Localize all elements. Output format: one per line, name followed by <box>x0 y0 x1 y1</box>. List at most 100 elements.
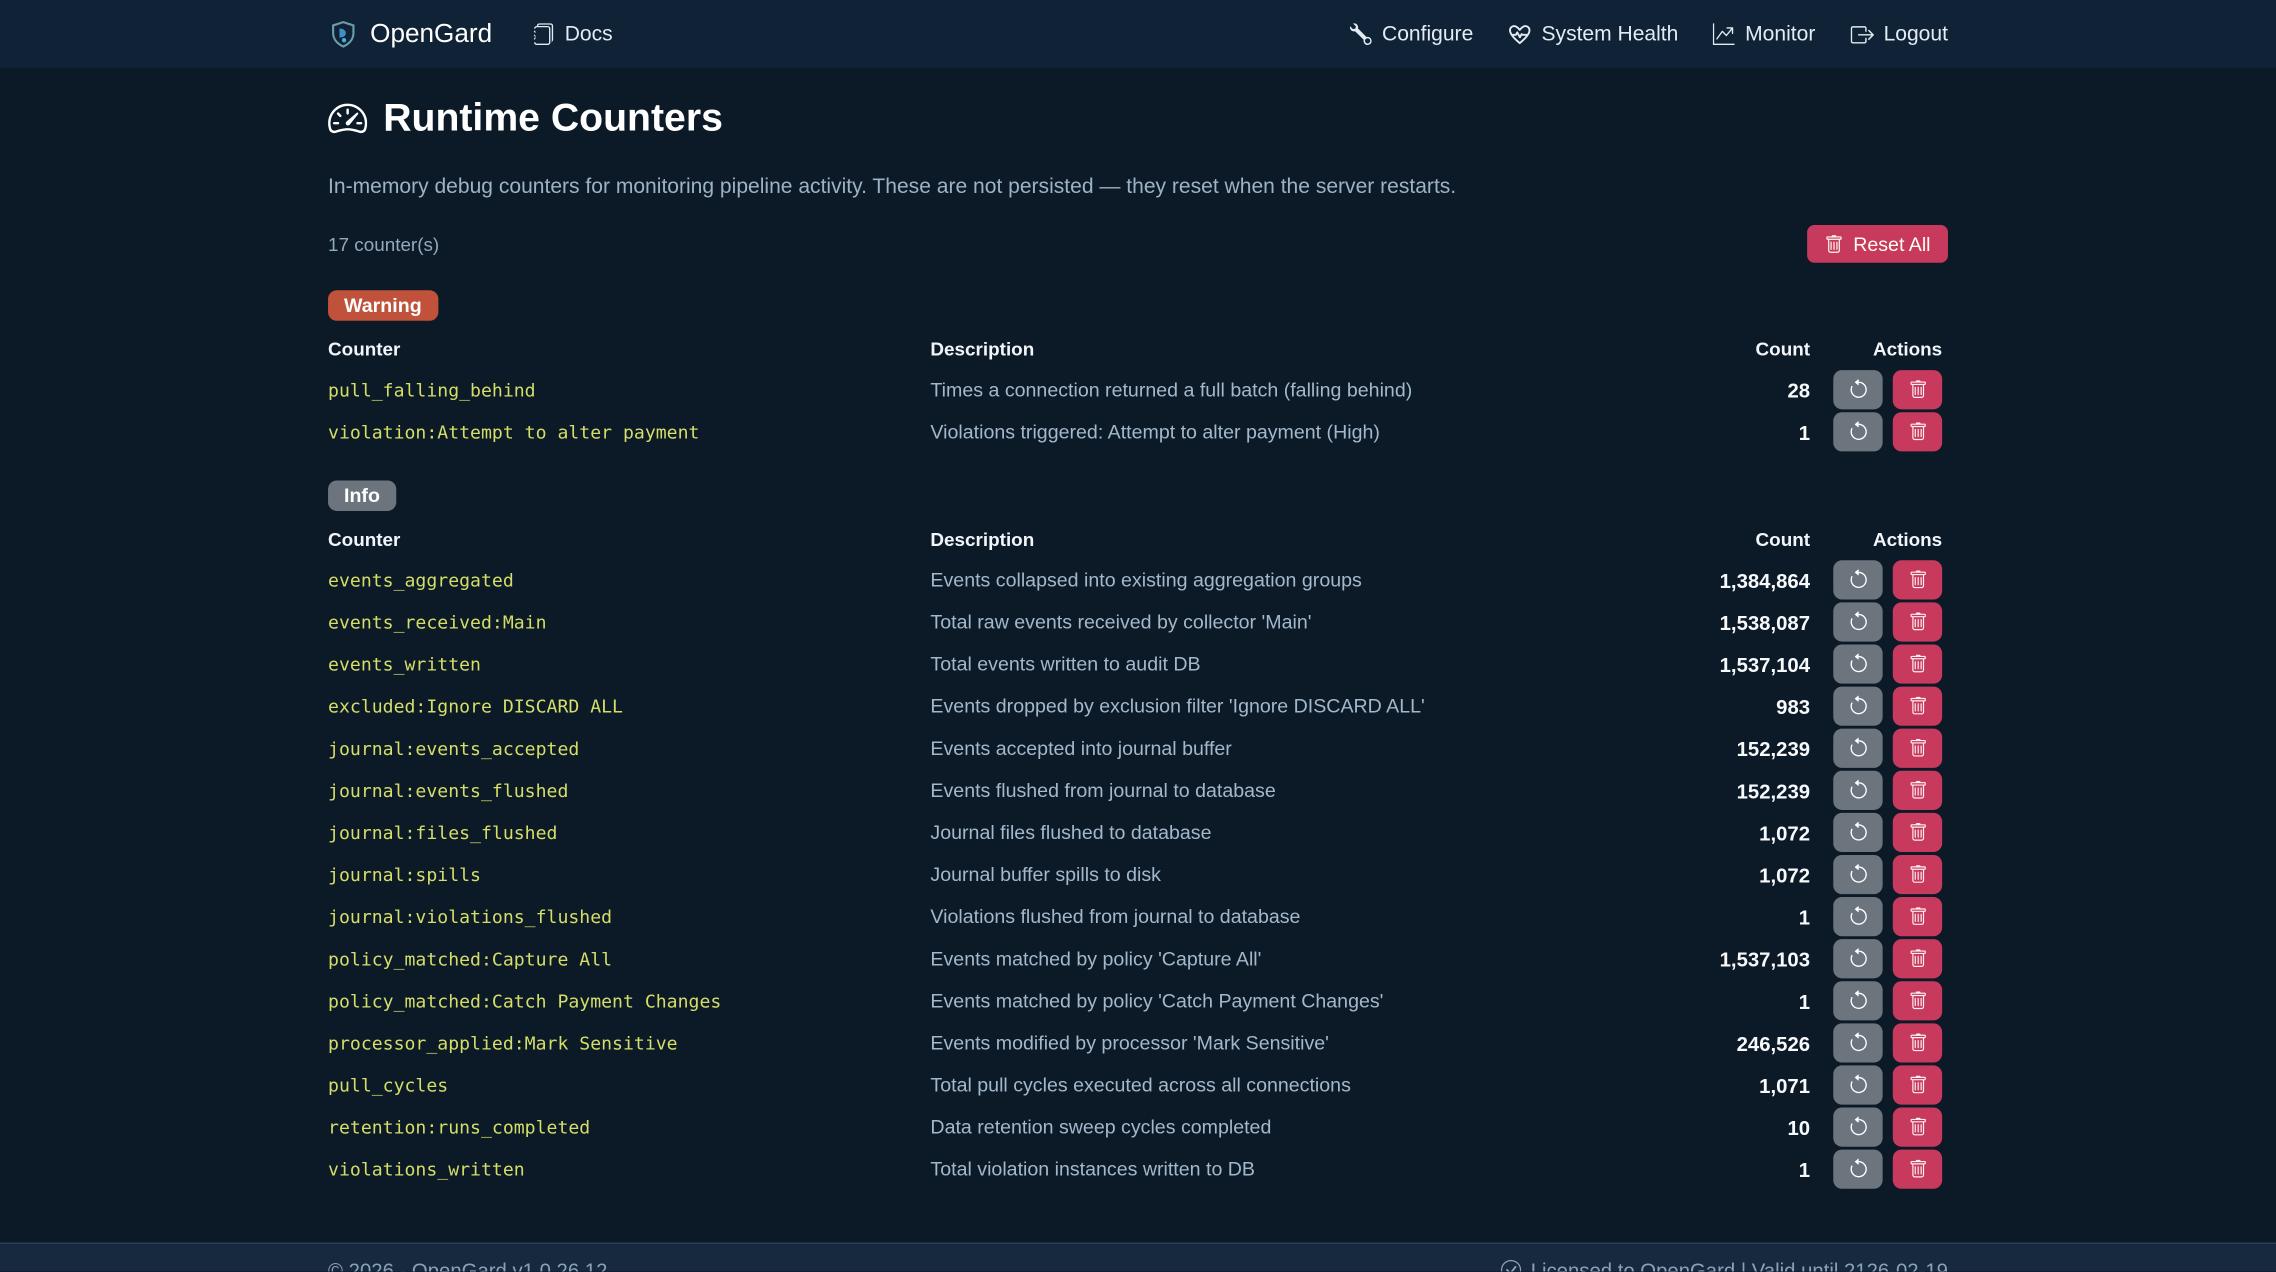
counter-actions <box>1810 560 1948 599</box>
reset-counter-button[interactable] <box>1833 729 1882 768</box>
delete-counter-button[interactable] <box>1893 687 1942 726</box>
counter-table-row: events_aggregated Events collapsed into … <box>328 559 1948 601</box>
delete-counter-button[interactable] <box>1893 855 1942 894</box>
reset-icon <box>1847 737 1869 759</box>
counter-actions <box>1810 687 1948 726</box>
delete-counter-button[interactable] <box>1893 897 1942 936</box>
counter-name: journal:violations_flushed <box>328 906 930 928</box>
shield-logo-icon <box>328 18 358 50</box>
trash-icon <box>1908 1160 1927 1179</box>
delete-counter-button[interactable] <box>1893 981 1942 1020</box>
nav-link-configure-label: Configure <box>1382 22 1473 45</box>
counter-actions <box>1810 729 1948 768</box>
counter-table-row: journal:spills Journal buffer spills to … <box>328 853 1948 895</box>
reset-icon <box>1847 1032 1869 1054</box>
counter-count: 152,239 <box>1643 779 1810 802</box>
delete-counter-button[interactable] <box>1893 1108 1942 1147</box>
trash-icon <box>1908 823 1927 842</box>
trash-icon <box>1824 234 1843 253</box>
reset-counter-button[interactable] <box>1833 813 1882 852</box>
reset-counter-button[interactable] <box>1833 412 1882 451</box>
nav-link-logout[interactable]: Logout <box>1850 22 1948 45</box>
counter-actions <box>1810 1150 1948 1189</box>
section-badge: Warning <box>328 290 438 320</box>
delete-counter-button[interactable] <box>1893 1023 1942 1062</box>
delete-counter-button[interactable] <box>1893 602 1942 641</box>
counter-name: policy_matched:Capture All <box>328 948 930 970</box>
reset-counter-button[interactable] <box>1833 855 1882 894</box>
brand[interactable]: OpenGard <box>328 18 492 50</box>
nav-link-logout-label: Logout <box>1884 22 1948 45</box>
footer-license-wrap: Licensed to OpenGard | Valid until 2126-… <box>1500 1258 1948 1271</box>
check-circle-icon <box>1500 1260 1520 1272</box>
counter-description: Events accepted into journal buffer <box>930 737 1643 759</box>
counter-name: retention:runs_completed <box>328 1116 930 1138</box>
header-actions: Actions <box>1810 338 1948 360</box>
reset-counter-button[interactable] <box>1833 771 1882 810</box>
page-title-row: Runtime Counters <box>328 94 1948 140</box>
nav-link-system-health[interactable]: System Health <box>1508 22 1678 45</box>
trash-icon <box>1908 739 1927 758</box>
delete-counter-button[interactable] <box>1893 939 1942 978</box>
footer-copyright: © 2026 - OpenGard v1.0.26.12 <box>328 1258 607 1271</box>
nav-link-configure[interactable]: Configure <box>1350 22 1473 45</box>
reset-icon <box>1847 990 1869 1012</box>
trash-icon <box>1908 655 1927 674</box>
counter-name: policy_matched:Catch Payment Changes <box>328 990 930 1012</box>
reset-counter-button[interactable] <box>1833 560 1882 599</box>
runtime-counters-page: OpenGard Docs Configure System Hea <box>0 0 2276 1272</box>
counter-actions <box>1810 370 1948 409</box>
counter-description: Violations triggered: Attempt to alter p… <box>930 421 1643 443</box>
counter-count: 10 <box>1643 1116 1810 1139</box>
counter-actions <box>1810 1023 1948 1062</box>
counter-count: 1 <box>1643 989 1810 1012</box>
reset-counter-button[interactable] <box>1833 602 1882 641</box>
delete-counter-button[interactable] <box>1893 813 1942 852</box>
counter-sections: Warning Counter Description Count Action… <box>328 263 1948 1191</box>
reset-counter-button[interactable] <box>1833 1150 1882 1189</box>
counter-name: journal:events_flushed <box>328 779 930 801</box>
counter-count: 1,071 <box>1643 1073 1810 1096</box>
delete-counter-button[interactable] <box>1893 370 1942 409</box>
counter-name: journal:events_accepted <box>328 737 930 759</box>
delete-counter-button[interactable] <box>1893 1065 1942 1104</box>
reset-counter-button[interactable] <box>1833 1065 1882 1104</box>
counter-description: Events matched by policy 'Catch Payment … <box>930 990 1643 1012</box>
counter-count: 1 <box>1643 1158 1810 1181</box>
nav-link-docs-label: Docs <box>565 22 613 45</box>
counter-name: violation:Attempt to alter payment <box>328 421 930 443</box>
counter-count: 246,526 <box>1643 1031 1810 1054</box>
delete-counter-button[interactable] <box>1893 412 1942 451</box>
reset-icon <box>1847 779 1869 801</box>
page-description: In-memory debug counters for monitoring … <box>328 173 1948 202</box>
delete-counter-button[interactable] <box>1893 729 1942 768</box>
reset-counter-button[interactable] <box>1833 687 1882 726</box>
reset-all-button[interactable]: Reset All <box>1807 225 1948 263</box>
reset-counter-button[interactable] <box>1833 939 1882 978</box>
reset-counter-button[interactable] <box>1833 1108 1882 1147</box>
reset-counter-button[interactable] <box>1833 644 1882 683</box>
brand-name: OpenGard <box>370 19 492 49</box>
delete-counter-button[interactable] <box>1893 771 1942 810</box>
counter-table-row: pull_cycles Total pull cycles executed a… <box>328 1064 1948 1106</box>
top-navbar: OpenGard Docs Configure System Hea <box>0 0 2276 68</box>
nav-link-monitor[interactable]: Monitor <box>1713 22 1815 45</box>
counter-description: Events matched by policy 'Capture All' <box>930 948 1643 970</box>
delete-counter-button[interactable] <box>1893 560 1942 599</box>
reset-icon <box>1847 822 1869 844</box>
reset-counter-button[interactable] <box>1833 370 1882 409</box>
nav-link-docs[interactable]: Docs <box>533 22 613 45</box>
footer-license: Licensed to OpenGard | Valid until 2126-… <box>1531 1258 1948 1271</box>
reset-icon <box>1847 948 1869 970</box>
delete-counter-button[interactable] <box>1893 1150 1942 1189</box>
counter-description: Events flushed from journal to database <box>930 779 1643 801</box>
counter-count: 1 <box>1643 905 1810 928</box>
counter-actions <box>1810 412 1948 451</box>
reset-counter-button[interactable] <box>1833 897 1882 936</box>
nav-links-left: Docs <box>533 22 613 45</box>
reset-counter-button[interactable] <box>1833 1023 1882 1062</box>
trash-icon <box>1908 1033 1927 1052</box>
delete-counter-button[interactable] <box>1893 644 1942 683</box>
nav-link-system-health-label: System Health <box>1542 22 1679 45</box>
reset-counter-button[interactable] <box>1833 981 1882 1020</box>
